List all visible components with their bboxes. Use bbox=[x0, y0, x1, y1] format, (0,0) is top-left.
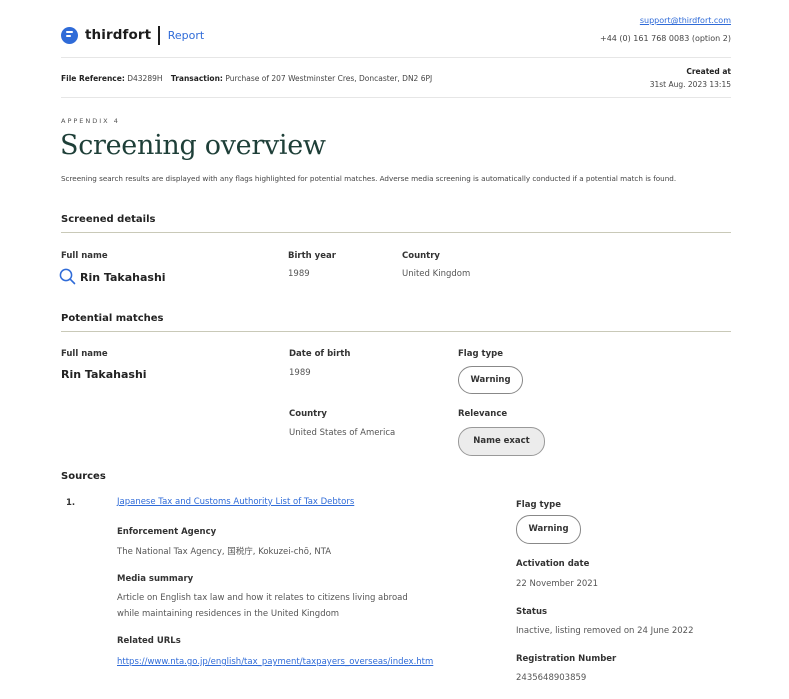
activation-date-label: Activation date bbox=[516, 559, 590, 569]
potential-matches-divider bbox=[61, 331, 731, 332]
match-flag-type-label: Flag type bbox=[458, 349, 503, 359]
related-urls-label: Related URLs bbox=[117, 636, 181, 646]
enforcement-agency-label: Enforcement Agency bbox=[117, 527, 217, 537]
page-title: Screening overview bbox=[60, 130, 326, 161]
screened-country-label: Country bbox=[402, 251, 440, 261]
brand-divider bbox=[158, 25, 160, 45]
potential-matches-heading: Potential matches bbox=[61, 313, 164, 324]
birth-year-value: 1989 bbox=[288, 269, 310, 279]
media-summary-line-2: while maintaining residences in the Unit… bbox=[117, 609, 340, 619]
brand-name: thirdfort bbox=[85, 27, 152, 43]
screened-details-heading: Screened details bbox=[61, 214, 156, 225]
meta-divider bbox=[61, 97, 731, 98]
page-intro: Screening search results are displayed w… bbox=[61, 174, 677, 183]
source-title-link[interactable]: Japanese Tax and Customs Authority List … bbox=[117, 497, 354, 507]
screened-details-divider bbox=[61, 232, 731, 233]
support-phone: +44 (0) 161 768 0083 (option 2) bbox=[600, 34, 731, 43]
appendix-label: APPENDIX 4 bbox=[61, 117, 120, 125]
source-flag-badge: Warning bbox=[516, 515, 581, 544]
source-flag-type-label: Flag type bbox=[516, 500, 561, 510]
match-relevance-badge: Name exact bbox=[458, 427, 545, 456]
thirdfort-logo-icon bbox=[61, 26, 78, 44]
match-dob-value: 1989 bbox=[289, 368, 311, 378]
file-ref-label: File Reference: bbox=[61, 74, 125, 83]
match-country-label: Country bbox=[289, 409, 327, 419]
enforcement-agency-value: The National Tax Agency, 国税庁, Kokuzei-ch… bbox=[117, 547, 332, 557]
file-ref-value: D43289H bbox=[127, 74, 163, 83]
source-index: 1. bbox=[66, 498, 76, 508]
screened-country-value: United Kingdom bbox=[402, 269, 471, 279]
file-meta: File Reference: D43289H Transaction: Pur… bbox=[61, 74, 432, 83]
match-country-value: United States of America bbox=[289, 428, 396, 438]
media-summary-line-1: Article on English tax law and how it re… bbox=[117, 593, 408, 603]
birth-year-label: Birth year bbox=[288, 251, 336, 261]
status-label: Status bbox=[516, 607, 548, 617]
created-at-value: 31st Aug. 2023 13:15 bbox=[649, 80, 731, 89]
header-divider bbox=[61, 57, 731, 58]
media-summary-label: Media summary bbox=[117, 574, 194, 584]
section-label: Report bbox=[167, 28, 205, 42]
transaction-value: Purchase of 207 Westminster Cres, Doncas… bbox=[225, 74, 433, 83]
status-value: Inactive, listing removed on 24 June 202… bbox=[516, 626, 694, 636]
screened-full-name-label: Full name bbox=[61, 251, 108, 261]
transaction-label: Transaction: bbox=[170, 74, 223, 83]
support-email-link[interactable]: support@thirdfort.com bbox=[640, 16, 731, 25]
match-full-name: Rin Takahashi bbox=[61, 368, 147, 381]
related-url-link[interactable]: https://www.nta.go.jp/english/tax_paymen… bbox=[117, 657, 433, 667]
match-full-name-label: Full name bbox=[61, 349, 108, 359]
sources-heading: Sources bbox=[61, 471, 106, 482]
header-logo: thirdfort Report bbox=[61, 24, 204, 46]
match-dob-label: Date of birth bbox=[289, 349, 351, 359]
registration-number-label: Registration Number bbox=[516, 654, 617, 664]
activation-date-value: 22 November 2021 bbox=[516, 579, 599, 589]
registration-number-value: 2435648903859 bbox=[516, 673, 587, 683]
search-icon bbox=[59, 268, 76, 285]
screened-full-name: Rin Takahashi bbox=[80, 271, 166, 284]
match-flag-badge: Warning bbox=[458, 366, 523, 394]
match-relevance-label: Relevance bbox=[458, 409, 508, 419]
created-at-label: Created at bbox=[686, 67, 731, 76]
